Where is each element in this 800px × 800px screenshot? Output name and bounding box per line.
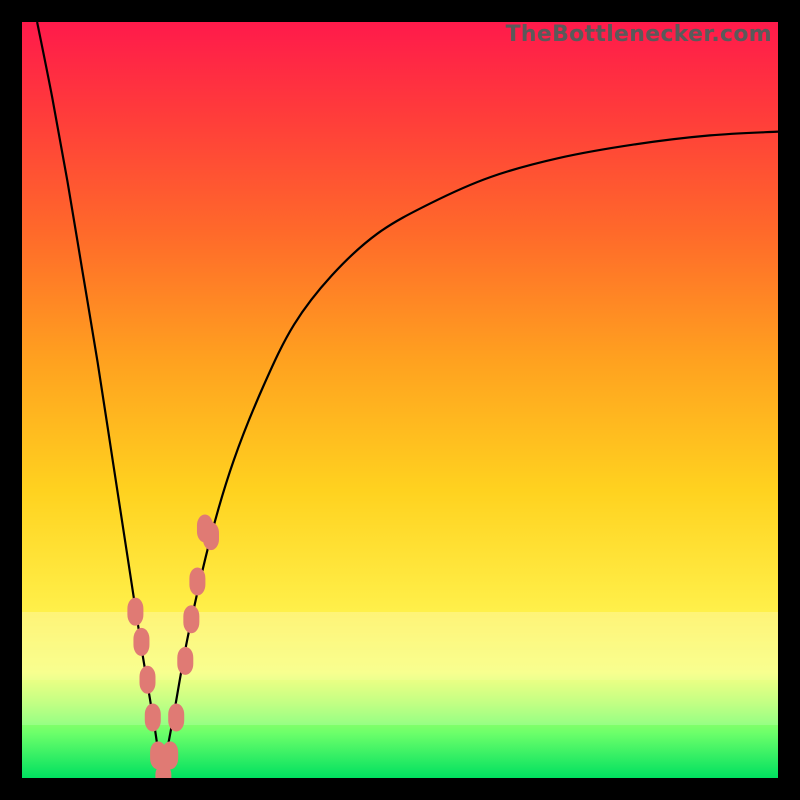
data-marker xyxy=(190,568,204,594)
data-marker xyxy=(140,667,154,693)
data-marker xyxy=(204,523,218,549)
plot-area: TheBottlenecker.com xyxy=(22,22,778,778)
curve-left-branch xyxy=(37,22,162,778)
data-marker xyxy=(163,742,177,768)
data-marker xyxy=(178,648,192,674)
data-marker xyxy=(169,705,183,731)
data-marker xyxy=(134,629,148,655)
curve-right-branch xyxy=(162,132,778,778)
data-marker xyxy=(128,599,142,625)
chart-frame: TheBottlenecker.com xyxy=(0,0,800,800)
data-marker xyxy=(146,705,160,731)
data-marker xyxy=(184,606,198,632)
marker-group xyxy=(128,516,218,778)
curve-layer xyxy=(22,22,778,778)
